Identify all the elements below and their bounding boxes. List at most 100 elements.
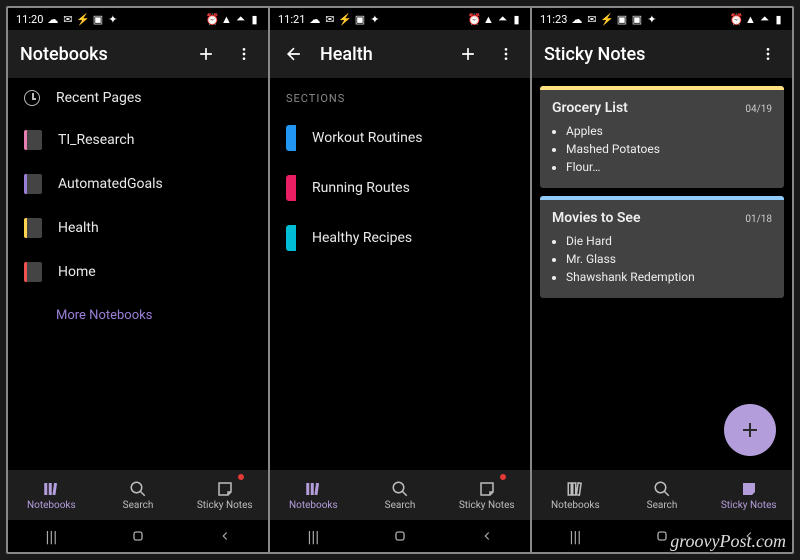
- notebook-icon: [24, 130, 42, 150]
- overflow-menu-icon[interactable]: [232, 42, 256, 66]
- note-item: Die Hard: [566, 232, 772, 250]
- tab-sticky-notes[interactable]: Sticky Notes: [705, 470, 792, 520]
- section-row[interactable]: Running Routes: [270, 163, 530, 213]
- bolt-icon: ⚡: [339, 14, 350, 25]
- note-title: Grocery List: [552, 100, 745, 116]
- mail-icon: ✉: [586, 14, 597, 25]
- add-note-fab[interactable]: [724, 404, 776, 456]
- notebooks-content: Recent Pages TI_Research AutomatedGoals …: [8, 78, 268, 470]
- recents-key[interactable]: |||: [40, 525, 62, 547]
- notification-dot: [500, 474, 506, 480]
- tab-notebooks[interactable]: Notebooks: [8, 470, 95, 520]
- note-item: Mr. Glass: [566, 250, 772, 268]
- sticky-note-icon: [215, 480, 235, 498]
- home-key[interactable]: [127, 525, 149, 547]
- sections-content: SECTIONS Workout Routines Running Routes…: [270, 78, 530, 470]
- status-time: 11:20: [16, 13, 43, 26]
- recents-key[interactable]: |||: [564, 525, 586, 547]
- add-button[interactable]: [194, 42, 218, 66]
- bolt-icon: ⚡: [601, 14, 612, 25]
- bolt-icon: ⚡: [77, 14, 88, 25]
- mail-icon: ✉: [62, 14, 73, 25]
- cloud-icon: ☁: [309, 14, 320, 25]
- screenshot-frame: 11:20 ☁ ✉ ⚡ ▣ ✦ ⏰ ▲ ⏶ ▮ Notebooks Recent…: [6, 6, 794, 554]
- recent-pages-row[interactable]: Recent Pages: [8, 78, 268, 118]
- image-icon: ▣: [631, 14, 642, 25]
- battery-icon: ▮: [249, 14, 260, 25]
- note-item: Apples: [566, 122, 772, 140]
- notebook-label: TI_Research: [58, 132, 134, 148]
- status-bar: 11:20 ☁ ✉ ⚡ ▣ ✦ ⏰ ▲ ⏶ ▮: [8, 8, 268, 30]
- note-title: Movies to See: [552, 210, 745, 226]
- signal-icon: ⏶: [759, 14, 770, 25]
- section-row[interactable]: Workout Routines: [270, 113, 530, 163]
- search-icon: [128, 480, 148, 498]
- mail-icon: ✉: [324, 14, 335, 25]
- tab-sticky-notes[interactable]: Sticky Notes: [181, 470, 268, 520]
- books-icon: [565, 480, 585, 498]
- alarm-icon: ⏰: [469, 14, 480, 25]
- section-label: Workout Routines: [312, 130, 422, 146]
- section-color-tab: [286, 225, 296, 251]
- notebook-label: Home: [58, 264, 96, 280]
- recent-pages-label: Recent Pages: [56, 90, 141, 106]
- status-time: 11:21: [278, 13, 305, 26]
- phone-screen-notebooks: 11:20 ☁ ✉ ⚡ ▣ ✦ ⏰ ▲ ⏶ ▮ Notebooks Recent…: [8, 8, 268, 552]
- notebook-row[interactable]: TI_Research: [8, 118, 268, 162]
- home-key[interactable]: [651, 525, 673, 547]
- overflow-menu-icon[interactable]: [756, 42, 780, 66]
- section-label: Running Routes: [312, 180, 410, 196]
- notebook-label: Health: [58, 220, 99, 236]
- alarm-icon: ⏰: [207, 14, 218, 25]
- note-date: 01/18: [745, 214, 772, 225]
- bottom-nav: Notebooks Search Sticky Notes: [8, 470, 268, 520]
- sticky-note[interactable]: Grocery List 04/19 Apples Mashed Potatoe…: [540, 86, 784, 188]
- app-bar: Health: [270, 30, 530, 78]
- wifi-icon: ▲: [483, 14, 494, 25]
- status-bar: 11:21 ☁ ✉ ⚡ ▣ ✦ ⏰ ▲ ⏶ ▮: [270, 8, 530, 30]
- tab-notebooks[interactable]: Notebooks: [270, 470, 357, 520]
- bird-icon: ✦: [646, 14, 657, 25]
- note-item: Mashed Potatoes: [566, 140, 772, 158]
- status-time: 11:23: [540, 13, 567, 26]
- home-key[interactable]: [389, 525, 411, 547]
- battery-icon: ▮: [773, 14, 784, 25]
- alarm-icon: ⏰: [731, 14, 742, 25]
- page-title: Health: [320, 44, 442, 65]
- tab-search[interactable]: Search: [619, 470, 706, 520]
- phone-screen-sticky: 11:23 ☁ ✉ ⚡ ▣ ▣ ✦ ⏰ ▲ ⏶ ▮ Sticky Notes: [532, 8, 792, 552]
- note-item: Shawshank Redemption: [566, 268, 772, 286]
- recents-key[interactable]: |||: [302, 525, 324, 547]
- tab-search[interactable]: Search: [357, 470, 444, 520]
- tab-label: Notebooks: [289, 500, 338, 511]
- tab-label: Search: [123, 500, 154, 511]
- back-button[interactable]: [282, 42, 306, 66]
- signal-icon: ⏶: [497, 14, 508, 25]
- overflow-menu-icon[interactable]: [494, 42, 518, 66]
- bird-icon: ✦: [369, 14, 380, 25]
- add-button[interactable]: [456, 42, 480, 66]
- search-icon: [652, 480, 672, 498]
- back-key[interactable]: [738, 525, 760, 547]
- section-label: Healthy Recipes: [312, 230, 412, 246]
- tab-notebooks[interactable]: Notebooks: [532, 470, 619, 520]
- back-key[interactable]: [476, 525, 498, 547]
- more-notebooks-link[interactable]: More Notebooks: [8, 294, 268, 337]
- image-icon: ▣: [92, 14, 103, 25]
- sticky-note-icon: [477, 480, 497, 498]
- android-nav-bar: |||: [532, 520, 792, 552]
- section-row[interactable]: Healthy Recipes: [270, 213, 530, 263]
- tab-label: Notebooks: [27, 500, 76, 511]
- notebook-row[interactable]: Health: [8, 206, 268, 250]
- notebook-row[interactable]: AutomatedGoals: [8, 162, 268, 206]
- tab-sticky-notes[interactable]: Sticky Notes: [443, 470, 530, 520]
- cloud-icon: ☁: [47, 14, 58, 25]
- sticky-note[interactable]: Movies to See 01/18 Die Hard Mr. Glass S…: [540, 196, 784, 298]
- notebook-icon: [24, 174, 42, 194]
- sections-header: SECTIONS: [270, 78, 530, 113]
- tab-search[interactable]: Search: [95, 470, 182, 520]
- tab-label: Search: [385, 500, 416, 511]
- back-key[interactable]: [214, 525, 236, 547]
- notebook-row[interactable]: Home: [8, 250, 268, 294]
- wifi-icon: ▲: [745, 14, 756, 25]
